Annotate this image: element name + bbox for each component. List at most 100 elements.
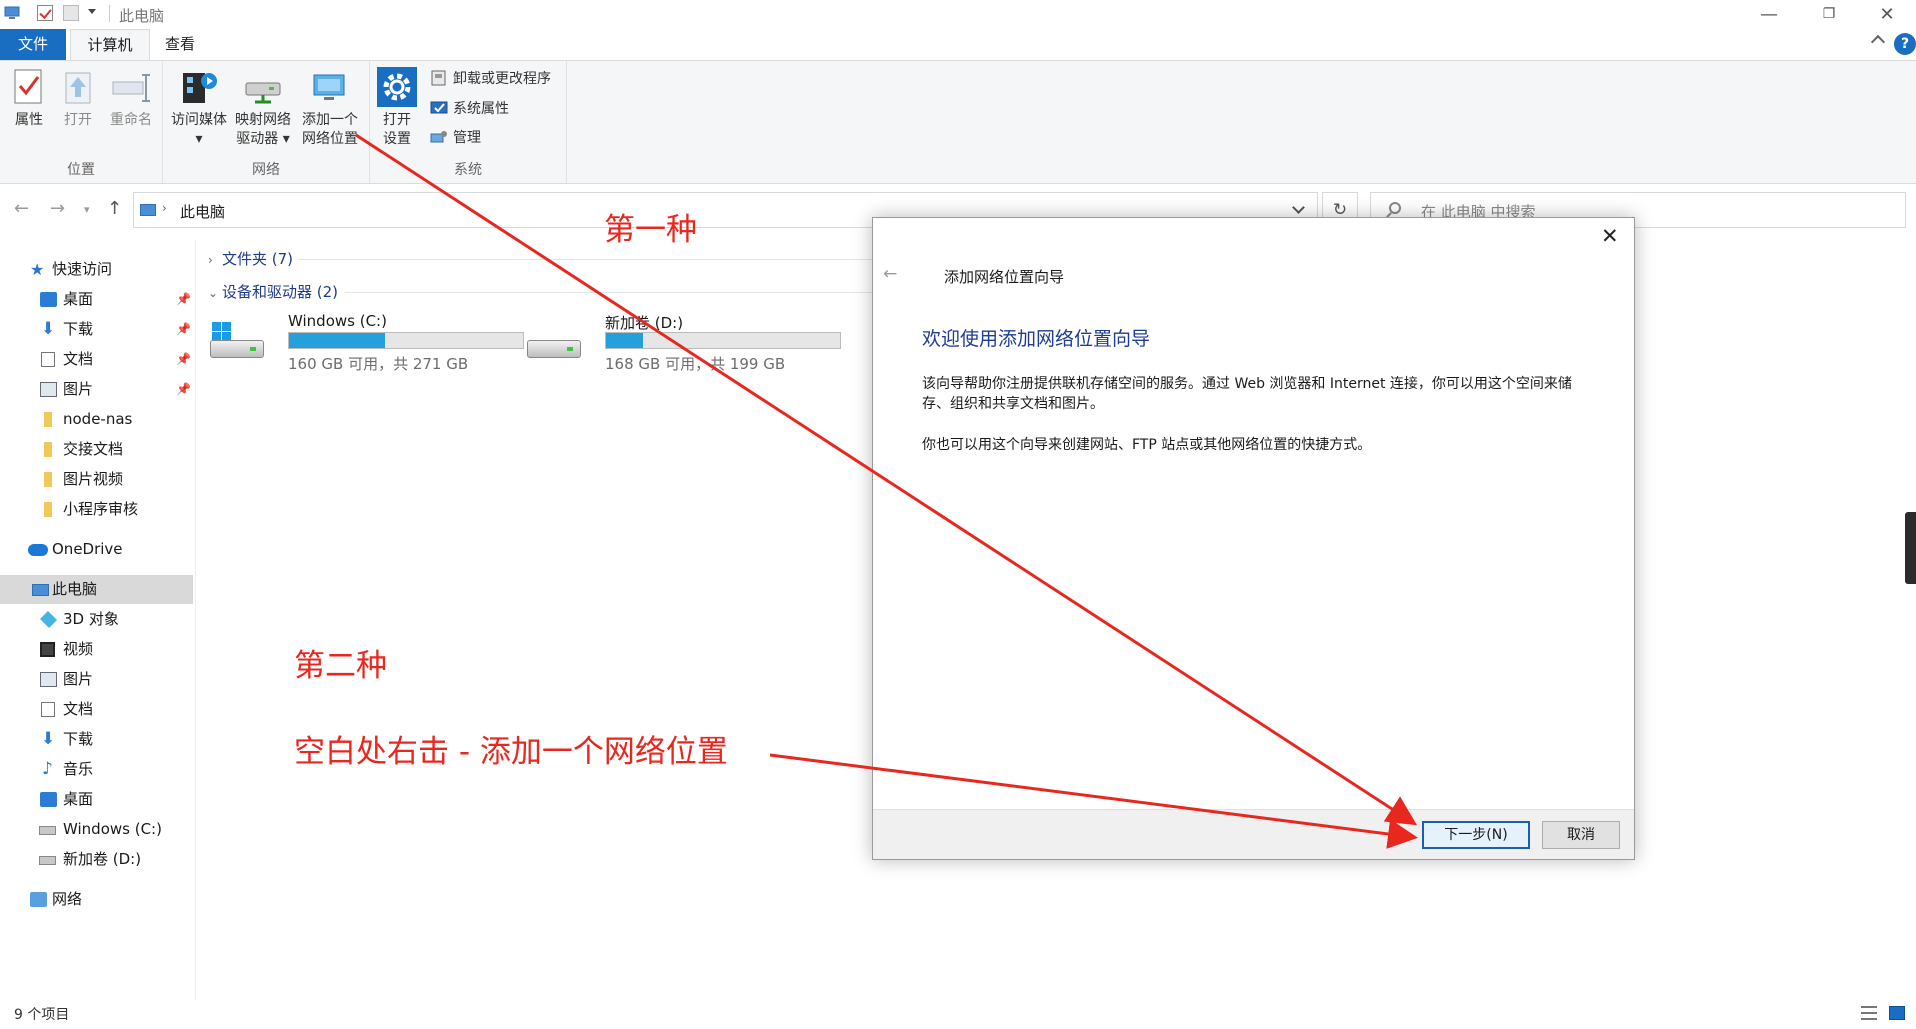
nav-network[interactable]: 网络 [0,885,193,914]
ribbon-group-network: 访问媒体 ▾ 映射网络 驱动器 ▾ 添加一个 网络位置 网络 [163,61,370,183]
wizard-note: 你也可以用这个向导来创建网站、FTP 站点或其他网络位置的快捷方式。 [922,437,1372,453]
close-window-button[interactable]: ✕ [1858,0,1916,29]
devices-header-label: 设备和驱动器 (2) [222,283,339,301]
minimize-button[interactable]: — [1740,0,1798,29]
nav-quick-access[interactable]: ★ 快速访问 [0,255,193,284]
music-icon: ♪ [42,759,53,779]
devices-group-header[interactable]: ⌄ 设备和驱动器 (2) [208,281,338,302]
nav-this-pc[interactable]: 此电脑 [0,575,193,604]
pin-icon[interactable]: 📌 [176,375,191,404]
breadcrumb-chevron-icon[interactable]: › [162,201,167,215]
ribbon: 属性 打开 重命名 位置 访问媒体 ▾ 映射网络 驱动器 ▾ 添加一个 网络位置… [0,60,1916,184]
system-properties-button[interactable]: 系统属性 [430,97,509,121]
wizard-description: 该向导帮助你注册提供联机存储空间的服务。通过 Web 浏览器和 Internet… [922,376,1572,412]
nav-pc-drive-c[interactable]: Windows (C:) [0,815,193,844]
access-media-label: 访问媒体 [171,112,227,128]
nav-label: 下载 [63,730,94,748]
tab-computer[interactable]: 计算机 [70,29,150,60]
nav-label: OneDrive [52,540,123,558]
tab-file[interactable]: 文件 [0,29,66,60]
add-network-location-button[interactable]: 添加一个 网络位置 [295,67,365,149]
nav-quick-documents[interactable]: 文档 📌 [0,345,193,374]
nav-pc-desktop[interactable]: 桌面 [0,785,193,814]
collapse-ribbon-icon[interactable] [1870,34,1886,50]
add-location-label-2: 网络位置 [302,131,358,147]
dialog-close-button[interactable]: ✕ [1601,224,1619,248]
drive-free-space: 160 GB 可用，共 271 GB [288,355,469,373]
access-media-button[interactable]: 访问媒体 ▾ [167,67,231,149]
cancel-button[interactable]: 取消 [1542,821,1620,849]
next-button[interactable]: 下一步(N) [1422,821,1530,849]
nav-folder-node-nas[interactable]: node-nas [0,405,193,434]
back-arrow-icon[interactable]: ← [14,198,29,219]
uninstall-label: 卸载或更改程序 [453,71,551,87]
nav-pc-videos[interactable]: 视频 [0,635,193,664]
nav-quick-downloads[interactable]: ⬇ 下载 📌 [0,315,193,344]
nav-label: 文档 [63,700,94,718]
properties-button[interactable]: 属性 [8,67,50,130]
document-icon [41,352,55,367]
pin-icon[interactable]: 📌 [176,345,191,374]
windows-drive-icon [210,322,264,362]
open-button[interactable]: 打开 [56,67,100,130]
details-view-icon[interactable] [1861,1006,1877,1020]
nav-label: 桌面 [63,290,94,308]
nav-pc-3d-objects[interactable]: 3D 对象 [0,605,193,634]
folder-icon [44,502,52,517]
pin-icon[interactable]: 📌 [176,315,191,344]
nav-pc-drive-d[interactable]: 新加卷 (D:) [0,845,193,874]
map-network-drive-button[interactable]: 映射网络 驱动器 ▾ [231,67,295,149]
uninstall-programs-button[interactable]: 卸载或更改程序 [430,67,551,91]
video-icon [40,642,55,657]
add-network-location-wizard: ✕ ← 添加网络位置向导 欢迎使用添加网络位置向导 该向导帮助你注册提供联机存储… [872,217,1635,860]
nav-folder-miniprogram-review[interactable]: 小程序审核 [0,495,193,524]
drive-usage-bar [605,332,841,349]
quick-access-dropdown-icon[interactable] [88,9,96,14]
scrollbar-handle[interactable] [1905,512,1916,584]
network-group-label: 网络 [252,162,280,178]
pane-splitter[interactable] [195,240,196,1000]
maximize-button[interactable]: ❐ [1800,0,1858,29]
back-arrow-icon[interactable]: ← [883,264,897,284]
recent-locations-icon[interactable]: ▾ [84,203,90,216]
drive-icon [527,322,581,362]
system-properties-label: 系统属性 [453,101,509,117]
uninstall-icon [430,70,448,86]
annotation-second-description: 空白处右击 - 添加一个网络位置 [294,734,728,770]
manage-button[interactable]: 管理 [430,126,481,150]
properties-label: 属性 [15,112,43,128]
nav-quick-pictures[interactable]: 图片 📌 [0,375,193,404]
open-settings-label-2: 设置 [383,131,411,147]
tab-view[interactable]: 查看 [150,29,210,60]
nav-pc-music[interactable]: ♪ 音乐 [0,755,193,784]
large-icons-view-icon[interactable] [1889,1006,1905,1020]
new-folder-quick-icon[interactable] [63,5,79,21]
network-location-icon [310,67,350,107]
folders-group-header[interactable]: › 文件夹 (7) [208,248,293,269]
nav-pc-pictures[interactable]: 图片 [0,665,193,694]
nav-pc-downloads[interactable]: ⬇ 下载 [0,725,193,754]
network-icon [30,892,47,907]
rename-button[interactable]: 重命名 [104,67,158,130]
open-icon [58,67,98,107]
nav-label: 交接文档 [63,440,124,458]
address-dropdown-icon[interactable] [1292,201,1305,214]
drive-tile-c[interactable]: Windows (C:) 160 GB 可用，共 271 GB [210,312,524,373]
nav-quick-desktop[interactable]: 桌面 📌 [0,285,193,314]
open-settings-button[interactable]: 打开 设置 [374,67,420,149]
forward-arrow-icon[interactable]: → [50,198,65,219]
breadcrumb-this-pc[interactable]: 此电脑 [180,201,225,222]
up-arrow-icon[interactable]: ↑ [107,198,122,219]
drive-icon [39,856,56,865]
open-label: 打开 [64,112,92,128]
properties-quick-icon[interactable] [37,5,53,21]
drive-name: Windows (C:) [288,312,387,330]
help-icon[interactable]: ? [1894,33,1916,55]
pin-icon[interactable]: 📌 [176,285,191,314]
nav-folder-handover-docs[interactable]: 交接文档 [0,435,193,464]
nav-onedrive[interactable]: OneDrive [0,535,193,564]
nav-folder-media[interactable]: 图片视频 [0,465,193,494]
nav-pc-documents[interactable]: 文档 [0,695,193,724]
nav-label: Windows (C:) [63,820,162,838]
drive-tile-d[interactable]: 新加卷 (D:) 168 GB 可用，共 199 GB [527,312,841,373]
